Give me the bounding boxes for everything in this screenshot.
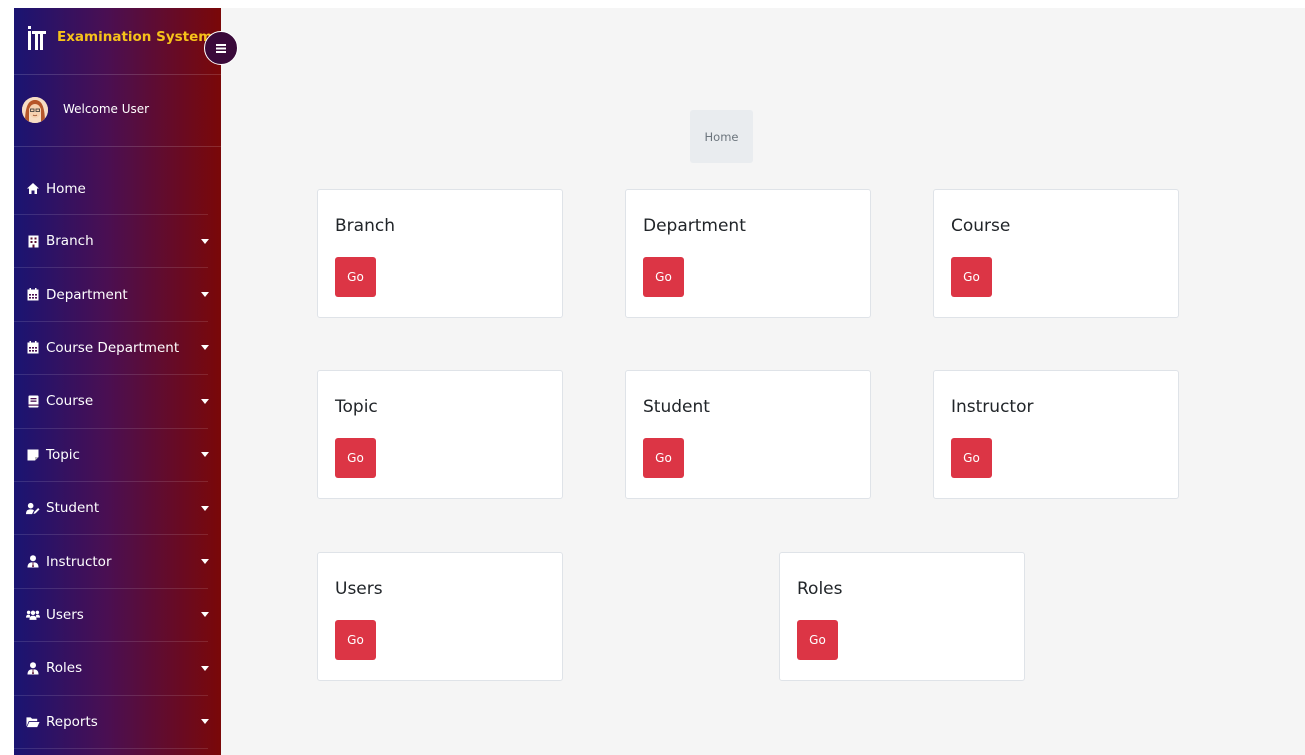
sidebar-item-roles[interactable]: Roles xyxy=(14,642,209,696)
sidebar-item-label: Instructor xyxy=(46,553,112,570)
sidebar-item-reports[interactable]: Reports xyxy=(14,696,209,749)
sidebar-item-instructor[interactable]: Instructor xyxy=(14,535,209,589)
sidebar-item-label: Users xyxy=(46,606,84,623)
app-title: Examination System xyxy=(57,29,213,45)
card-branch: Branch Go xyxy=(317,189,563,318)
sidebar-nav: Home Branch Department Course Department… xyxy=(14,163,221,749)
app-window: Examination System Welcome User Home Bra… xyxy=(0,0,1305,755)
avatar xyxy=(22,97,48,123)
user-tie-icon xyxy=(26,555,40,569)
user-tie-icon xyxy=(26,661,40,675)
folder-open-icon xyxy=(26,715,40,729)
card-roles: Roles Go xyxy=(779,552,1025,681)
chevron-down-icon xyxy=(201,398,209,404)
chevron-down-icon xyxy=(201,292,209,298)
sidebar-item-topic[interactable]: Topic xyxy=(14,429,209,482)
sidebar-item-label: Course Department xyxy=(46,339,180,356)
sidebar: Examination System Welcome User Home Bra… xyxy=(14,8,238,755)
sidebar-item-label: Branch xyxy=(46,233,94,250)
sidebar-item-home[interactable]: Home xyxy=(14,163,208,215)
sidebar-item-label: Reports xyxy=(46,713,98,730)
card-users: Users Go xyxy=(317,552,563,681)
card-instructor: Instructor Go xyxy=(933,370,1179,499)
chevron-down-icon xyxy=(201,665,209,671)
brand-header: Examination System xyxy=(14,8,221,75)
go-users-button[interactable]: Go xyxy=(335,620,376,660)
card-title: Course xyxy=(951,216,1011,236)
building-icon xyxy=(26,234,40,248)
calendar-icon xyxy=(26,288,40,302)
chevron-down-icon xyxy=(201,505,209,511)
sidebar-item-label: Topic xyxy=(46,446,80,463)
sidebar-item-department[interactable]: Department xyxy=(14,268,209,322)
chevron-down-icon xyxy=(201,612,209,618)
card-title: Student xyxy=(643,397,710,417)
go-course-button[interactable]: Go xyxy=(951,257,992,297)
user-panel: Welcome User xyxy=(14,74,221,147)
home-icon xyxy=(26,182,40,196)
user-edit-icon xyxy=(26,501,40,515)
sidebar-item-label: Department xyxy=(46,286,128,303)
welcome-text: Welcome User xyxy=(63,102,150,116)
sidebar-toggle-button[interactable] xyxy=(204,31,238,65)
sidebar-item-course[interactable]: Course xyxy=(14,375,209,429)
go-branch-button[interactable]: Go xyxy=(335,257,376,297)
sidebar-item-label: Roles xyxy=(46,660,83,677)
chevron-down-icon xyxy=(201,559,209,565)
go-topic-button[interactable]: Go xyxy=(335,438,376,478)
breadcrumb: Home xyxy=(690,110,753,163)
card-title: Branch xyxy=(335,216,395,236)
menu-icon xyxy=(215,39,227,58)
card-title: Instructor xyxy=(951,397,1034,417)
sidebar-item-course-department[interactable]: Course Department xyxy=(14,322,209,376)
go-department-button[interactable]: Go xyxy=(643,257,684,297)
book-icon xyxy=(26,394,40,408)
card-topic: Topic Go xyxy=(317,370,563,499)
chevron-down-icon xyxy=(201,719,209,725)
sidebar-item-branch[interactable]: Branch xyxy=(14,215,209,269)
card-course: Course Go xyxy=(933,189,1179,318)
sidebar-item-label: Home xyxy=(46,180,86,197)
card-title: Department xyxy=(643,216,746,236)
card-student: Student Go xyxy=(625,370,871,499)
card-department: Department Go xyxy=(625,189,871,318)
go-roles-button[interactable]: Go xyxy=(797,620,838,660)
chevron-down-icon xyxy=(201,452,209,458)
chevron-down-icon xyxy=(201,238,209,244)
card-title: Topic xyxy=(335,397,378,417)
card-title: Users xyxy=(335,579,383,599)
users-icon xyxy=(26,608,40,622)
logo-icon xyxy=(26,24,48,52)
go-student-button[interactable]: Go xyxy=(643,438,684,478)
main-content: Home Branch Go Department Go Course Go T… xyxy=(221,8,1305,755)
sidebar-item-users[interactable]: Users xyxy=(14,589,209,643)
breadcrumb-home: Home xyxy=(704,129,739,144)
chevron-down-icon xyxy=(201,345,209,351)
sidebar-item-student[interactable]: Student xyxy=(14,482,209,536)
sticky-note-icon xyxy=(26,448,40,462)
sidebar-item-label: Student xyxy=(46,500,100,517)
sidebar-item-label: Course xyxy=(46,393,94,410)
calendar-icon xyxy=(26,341,40,355)
go-instructor-button[interactable]: Go xyxy=(951,438,992,478)
card-title: Roles xyxy=(797,579,843,599)
